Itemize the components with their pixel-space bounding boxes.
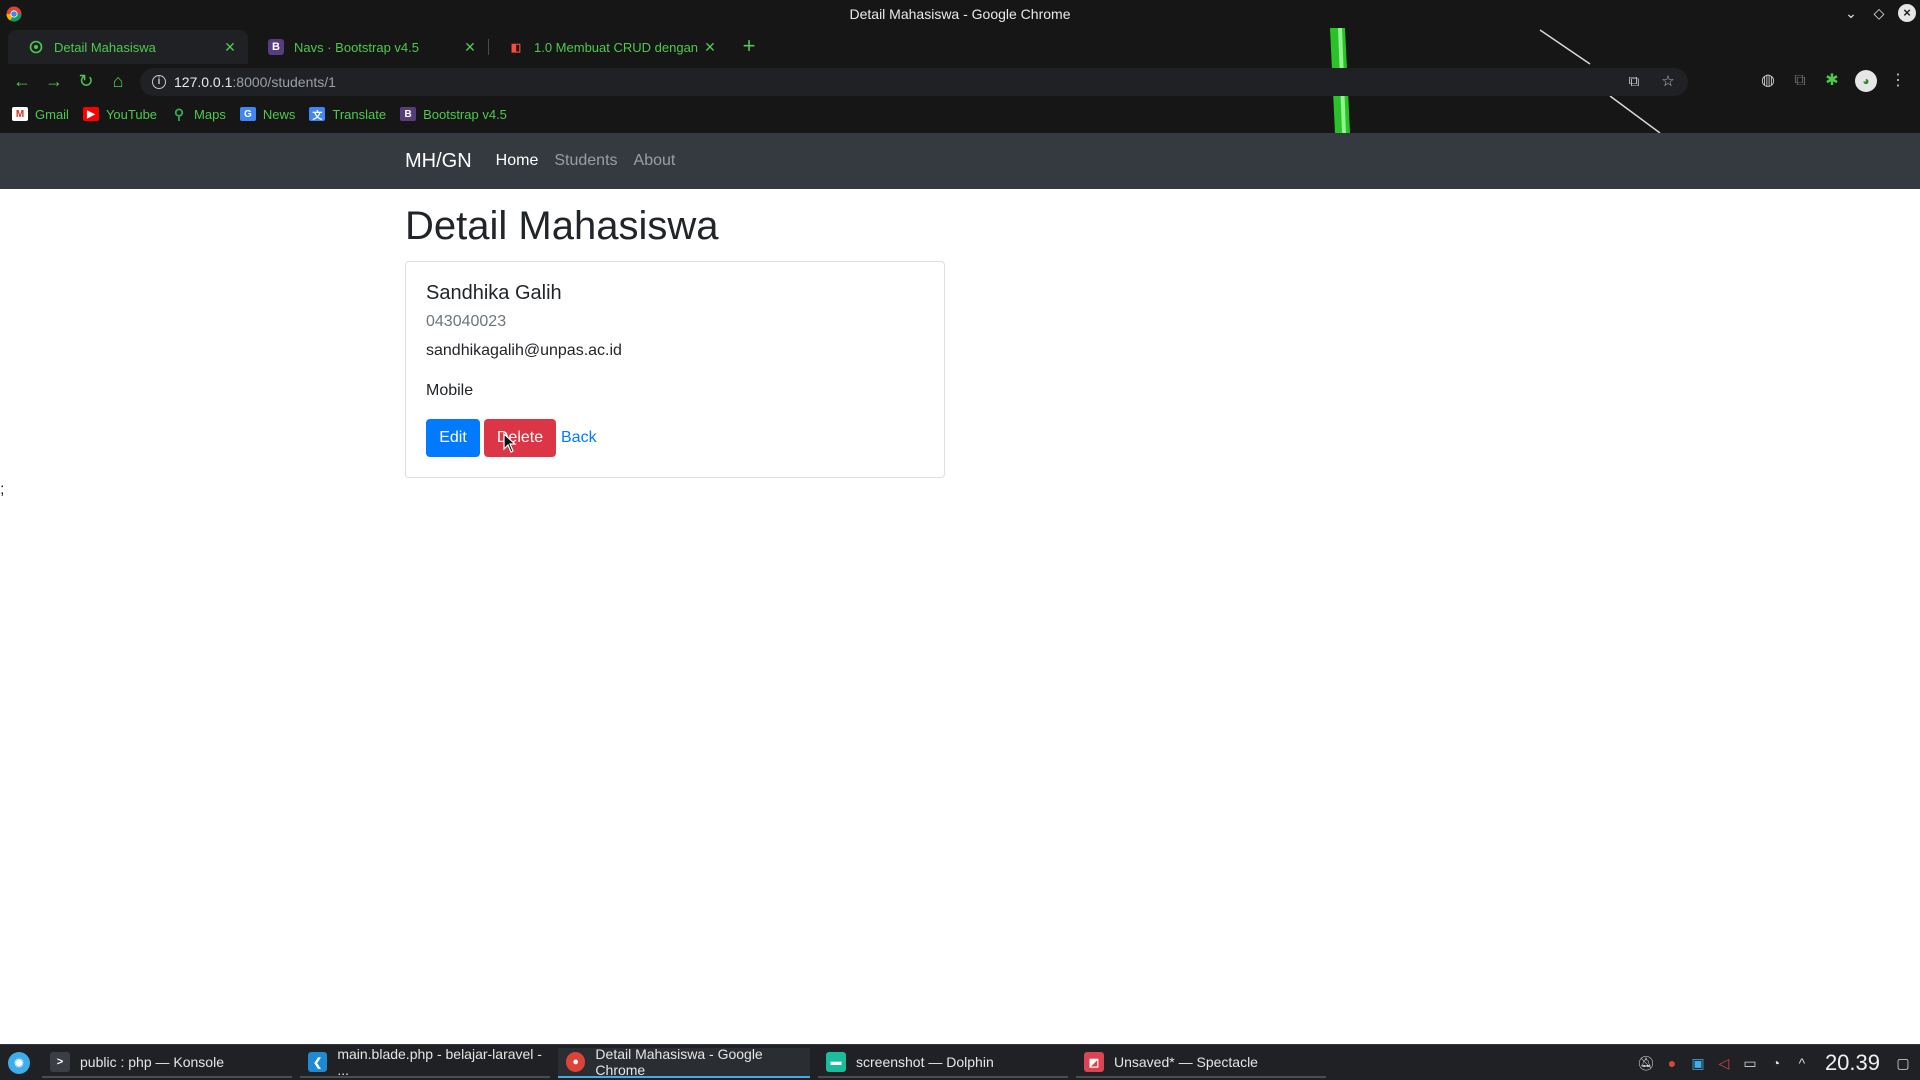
clipboard-icon[interactable]: ▣ [1689,1054,1707,1072]
volume-muted-icon[interactable]: ◁ [1715,1054,1733,1072]
close-window-icon[interactable]: × [1898,4,1916,22]
student-detail-card: Sandhika Galih 043040023 sandhikagalih@u… [405,261,945,478]
edit-button[interactable]: Edit [426,419,480,457]
reload-icon[interactable]: ↻ [74,69,98,93]
translate-extension-icon[interactable]: ⧉ [1788,69,1812,93]
window-title: Detail Mahasiswa - Google Chrome [849,6,1071,22]
maximize-icon[interactable]: ◇ [1870,4,1888,22]
bookmark-star-icon[interactable]: ☆ [1658,72,1678,92]
nav-link-students[interactable]: Students [554,152,617,170]
browser-toolbar: ← → ↻ ⌂ i 127.0.0.1:8000/students/1 ⧉ ☆ … [0,64,1920,98]
profile-avatar[interactable]: ◕ [1855,70,1877,92]
page-loading-icon [28,39,44,55]
tab-detail-mahasiswa[interactable]: Detail Mahasiswa ✕ [8,30,248,64]
vscode-icon: ❮ [308,1052,328,1072]
menu-kebab-icon[interactable]: ⋮ [1886,69,1910,93]
address-bar[interactable]: i 127.0.0.1:8000/students/1 ⧉ ☆ [140,68,1688,96]
tab-strip: Detail Mahasiswa ✕ B Navs · Bootstrap v4… [0,30,1920,64]
bootstrap-icon: B [268,39,284,55]
maps-icon: ⚲ [173,105,185,122]
window-titlebar[interactable]: Detail Mahasiswa - Google Chrome ⌄ ◇ × [0,0,1920,28]
address-url[interactable]: 127.0.0.1:8000/students/1 [174,74,336,90]
tab-title: Navs · Bootstrap v4.5 [294,39,419,55]
site-navbar: MH/GN Home Students About [0,133,1920,189]
back-arrow-icon[interactable]: ← [10,69,34,93]
spectacle-icon: ◩ [1084,1052,1104,1072]
chrome-icon: ● [566,1052,586,1072]
nav-link-about[interactable]: About [634,152,676,170]
mouse-cursor-icon [503,433,517,453]
site-info-icon[interactable]: i [152,75,166,89]
app-launcher-icon[interactable]: ✹ [8,1052,30,1074]
task-dolphin[interactable]: ▬ screenshot — Dolphin [818,1048,1068,1078]
tray-expand-icon[interactable]: ^ [1793,1054,1811,1072]
tab-title: 1.0 Membuat CRUD dengan L [534,39,702,55]
forward-arrow-icon[interactable]: → [42,69,66,93]
tab-navs-bootstrap[interactable]: B Navs · Bootstrap v4.5 ✕ [248,30,488,64]
stray-text: ; [0,481,5,498]
bookmark-translate[interactable]: 文 Translate [309,107,386,122]
task-spectacle[interactable]: ◩ Unsaved* — Spectacle [1076,1048,1326,1078]
bootstrap-icon: B [400,107,417,121]
translate-page-icon[interactable]: ⧉ [1624,72,1644,92]
chrome-tray-icon[interactable]: ● [1663,1054,1681,1072]
display-icon[interactable]: ▭ [1741,1054,1759,1072]
bookmark-youtube[interactable]: ▶ YouTube [82,107,157,122]
show-desktop-icon[interactable]: ▢ [1894,1054,1912,1072]
bookmark-news[interactable]: G News [239,107,295,122]
laravel-icon: ◧ [510,41,522,54]
task-konsole[interactable]: > public : php — Konsole [42,1048,292,1078]
task-chrome[interactable]: ● Detail Mahasiswa - Google Chrome [558,1046,810,1078]
notifications-muted-icon[interactable]: 🔕︎ [1637,1054,1655,1072]
nav-link-home[interactable]: Home [496,152,539,170]
folder-icon: ▬ [826,1052,846,1072]
bookmark-gmail[interactable]: M Gmail [12,107,69,122]
student-email: sandhikagalih@unpas.ac.id [426,342,622,359]
tab-close-icon[interactable]: ✕ [222,39,238,55]
student-nrp: 043040023 [426,313,507,330]
os-taskbar: ✹ > public : php — Konsole ❮ main.blade.… [0,1044,1920,1080]
back-link[interactable]: Back [561,419,601,457]
tab-close-icon[interactable]: ✕ [702,39,718,55]
bookmark-maps[interactable]: ⚲ Maps [171,105,226,122]
clock[interactable]: 20.39 [1825,1050,1880,1076]
extensions-puzzle-icon[interactable]: ✱ [1820,69,1844,93]
tab-crud-laravel[interactable]: ◧ 1.0 Membuat CRUD dengan L ✕ [488,30,728,64]
delete-button[interactable]: Delete [484,419,556,457]
task-vscode[interactable]: ❮ main.blade.php - belajar-laravel - ... [300,1046,550,1078]
bookmark-bootstrap[interactable]: B Bootstrap v4.5 [400,107,507,122]
gmail-icon: M [12,107,28,121]
tab-title: Detail Mahasiswa [54,39,156,55]
browser-chrome: Detail Mahasiswa - Google Chrome ⌄ ◇ × D… [0,0,1920,133]
home-icon[interactable]: ⌂ [106,69,130,93]
minimize-icon[interactable]: ⌄ [1842,4,1860,22]
bookmarks-bar: M Gmail ▶ YouTube ⚲ Maps G News 文 Transl… [0,100,1920,128]
news-icon: G [239,107,256,121]
globe-extension-icon[interactable]: ◍ [1756,69,1780,93]
network-icon[interactable]: ◔ [1767,1054,1785,1072]
tab-close-icon[interactable]: ✕ [462,39,478,55]
navbar-brand[interactable]: MH/GN [405,150,472,173]
new-tab-icon[interactable]: + [736,34,762,60]
translate-icon: 文 [309,107,326,122]
page-title: Detail Mahasiswa [405,204,719,248]
student-jurusan: Mobile [426,382,474,399]
system-tray: 🔕︎ ● ▣ ◁ ▭ ◔ ^ 20.39 ▢ [1637,1045,1920,1080]
youtube-icon: ▶ [82,107,99,121]
terminal-icon: > [50,1052,70,1072]
student-name: Sandhika Galih [426,282,562,304]
